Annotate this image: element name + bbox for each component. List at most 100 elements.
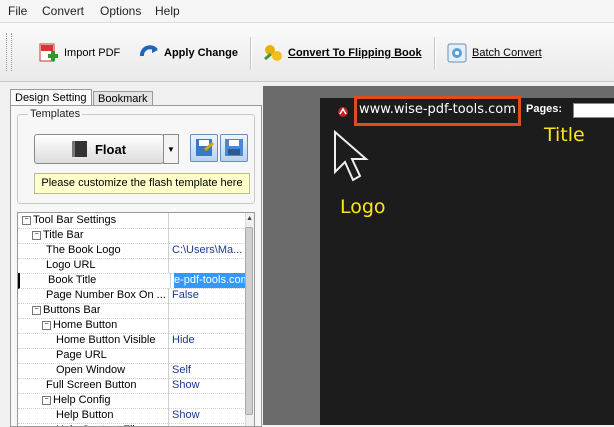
property-name: − Help Config [42,393,110,408]
cursor-arrow-icon [334,130,369,182]
property-name: The Book Logo [46,243,121,258]
property-name-text: Buttons Bar [43,304,101,316]
convert-icon [262,42,284,64]
save-icon [196,139,214,156]
column-divider [168,213,169,228]
property-name-text: Book Title [48,274,97,286]
column-divider [168,408,169,423]
property-name-text: Help Button [56,409,114,421]
property-name: Page Number Box On ... [46,288,166,303]
menu-help[interactable]: Help [155,4,180,18]
apply-change-button[interactable]: Apply Change [138,40,238,66]
property-row[interactable]: Book Title e-pdf-tools.com [18,273,248,289]
toolbar-separator [434,37,436,69]
property-value[interactable]: Self [172,363,246,378]
column-divider [168,363,169,378]
property-name-text: Logo URL [46,259,96,271]
load-template-button[interactable] [220,134,248,162]
logo-annotation: Logo [340,196,386,218]
property-name-text: Page URL [56,349,107,361]
property-value[interactable]: Show [172,378,246,393]
batch-convert-label: Batch Convert [472,47,542,59]
template-dropdown-button[interactable]: ▼ [163,134,179,164]
column-divider [168,228,169,243]
property-grid: − Tool Bar Settings − Title Bar The Book Log… [17,212,255,427]
customize-hint: Please customize the flash template here [34,173,250,194]
tab-bookmark[interactable]: Bookmark [93,91,153,106]
collapse-icon[interactable]: − [32,230,41,240]
title-annotation: Title [544,124,585,146]
property-name: Logo URL [46,258,96,273]
property-name-text: Home Button [53,319,118,331]
property-name-text: Home Button Visible [56,334,156,346]
toolbar-grip[interactable] [6,33,12,71]
collapse-icon[interactable]: − [42,320,51,330]
column-divider [168,243,169,258]
property-value[interactable]: False [172,288,246,303]
tab-body: Templates Float ▼ Please customize the f… [10,105,262,427]
templates-group-label: Templates [28,108,83,120]
menu-bar: File Convert Options Help [0,0,614,23]
convert-flipping-book-button[interactable]: Convert To Flipping Book [262,40,422,66]
apply-change-label: Apply Change [164,47,238,59]
property-name: Home Button Visible [56,333,155,348]
menu-convert[interactable]: Convert [42,4,84,18]
page-number-input[interactable] [573,103,614,118]
template-select-button[interactable]: Float [34,134,164,164]
property-row[interactable]: Home Button Visible Hide [18,333,246,349]
column-divider [168,348,169,363]
design-panel: Design Setting Bookmark Templates Float … [10,86,262,427]
batch-convert-button[interactable]: Batch Convert [446,40,542,66]
property-row[interactable]: − Home Button [18,318,246,334]
scroll-thumb[interactable] [245,227,253,415]
collapse-icon[interactable]: − [22,215,31,225]
menu-options[interactable]: Options [100,4,141,18]
column-divider [168,288,169,303]
column-divider [168,303,169,318]
property-value[interactable]: Show [172,408,246,423]
collapse-icon[interactable]: − [32,305,41,315]
property-row[interactable]: Page URL [18,348,246,364]
property-row[interactable]: Open Window Self [18,363,246,379]
property-name-text: Open Window [56,364,126,376]
property-name: Help Button [56,408,113,423]
save-template-button[interactable] [190,134,218,162]
property-row[interactable]: Page Number Box On ... False [18,288,246,304]
property-name-text: Title Bar [43,229,84,241]
property-row[interactable]: The Book Logo C:\Users\Ma... [18,243,246,259]
toolbar-separator [250,37,252,69]
property-row[interactable]: − Tool Bar Settings [18,213,246,229]
column-divider [168,393,169,408]
property-name: − Buttons Bar [32,303,100,318]
property-name: Book Title [48,273,96,288]
property-row[interactable]: − Help Config [18,393,246,409]
toolbar: Import PDF Apply Change Convert To Flipp… [0,23,614,82]
property-value[interactable]: Hide [172,333,246,348]
refresh-icon [138,42,160,64]
property-value[interactable]: C:\Users\Ma... [172,243,246,258]
property-name: − Title Bar [32,228,84,243]
property-value[interactable]: e-pdf-tools.com [174,273,248,288]
property-name-text: The Book Logo [46,244,121,256]
scroll-up-icon[interactable]: ▲ [246,215,253,222]
property-row[interactable]: Full Screen Button Show [18,378,246,394]
property-row[interactable]: − Title Bar [18,228,246,244]
collapse-icon[interactable]: − [42,395,51,405]
property-row[interactable]: Help Content File [18,423,246,426]
batch-convert-icon [446,42,468,64]
property-name: Help Content File [56,423,141,426]
property-row[interactable]: Help Button Show [18,408,246,424]
import-pdf-icon [38,42,60,64]
property-grid-scrollbar[interactable]: ▲ [245,213,254,426]
pages-label: Pages: [526,103,563,115]
column-divider [168,258,169,273]
disk-icon [225,139,243,156]
property-row[interactable]: Logo URL [18,258,246,274]
menu-file[interactable]: File [8,4,27,18]
tab-design-setting[interactable]: Design Setting [10,89,92,106]
import-pdf-button[interactable]: Import PDF [38,40,120,66]
property-name-text: Full Screen Button [46,379,137,391]
convert-flipping-book-label: Convert To Flipping Book [288,47,422,59]
property-row[interactable]: − Buttons Bar [18,303,246,319]
property-name: − Tool Bar Settings [22,213,116,228]
